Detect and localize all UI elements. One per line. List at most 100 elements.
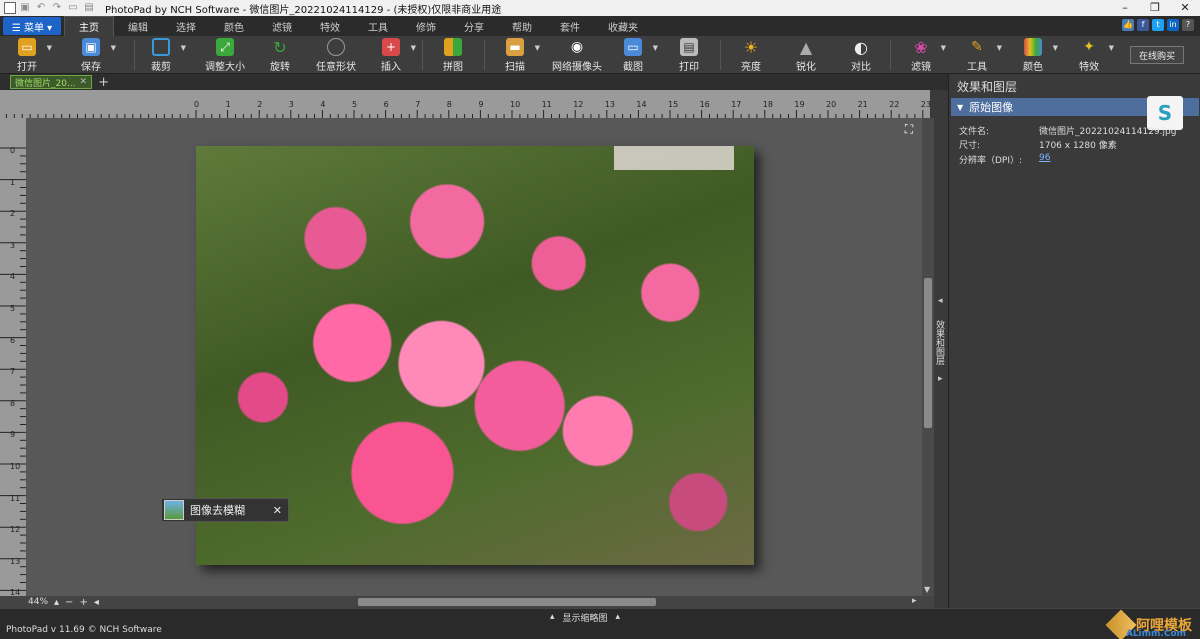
zoom-out-button[interactable]: − bbox=[65, 597, 73, 608]
tab-effects[interactable]: 特效 bbox=[306, 16, 354, 36]
help-icon[interactable]: ? bbox=[1182, 19, 1194, 31]
clipboard-icon[interactable]: ▤ bbox=[83, 2, 95, 14]
buy-online-button[interactable]: 在线购买 bbox=[1130, 46, 1184, 64]
ruler-label: 2 bbox=[10, 209, 16, 219]
open-button[interactable]: ▭ 打开 ▼ bbox=[0, 38, 54, 73]
screenshot-button[interactable]: ▭ 截图 ▼ bbox=[606, 38, 660, 73]
chevron-down-icon[interactable]: ▼ bbox=[997, 44, 1002, 52]
ruler-label: 4 bbox=[10, 272, 16, 282]
chevron-down-icon[interactable]: ▼ bbox=[535, 44, 540, 52]
collapse-triangle-icon[interactable]: ▼ bbox=[957, 103, 963, 112]
document-tab[interactable]: 微信图片_20... ✕ bbox=[10, 75, 93, 89]
ruler-label: 1 bbox=[225, 100, 231, 109]
ruler-label: 5 bbox=[352, 100, 358, 109]
fullscreen-icon[interactable]: ⛶ bbox=[902, 122, 916, 136]
redo-icon[interactable]: ↷ bbox=[51, 2, 63, 14]
rotate-button[interactable]: ↻ 旋转 bbox=[253, 38, 307, 74]
ruler-label: 16 bbox=[699, 100, 710, 109]
free-shape-button[interactable]: 任意形状 bbox=[309, 38, 363, 73]
scroll-right-icon[interactable]: ▸ bbox=[912, 596, 917, 606]
menu-button[interactable]: ☰ 菜单 ▾ bbox=[3, 17, 61, 35]
chevron-down-icon[interactable]: ▼ bbox=[111, 44, 116, 52]
ruler-label: 0 bbox=[10, 146, 16, 155]
chevron-up-icon: ▴ bbox=[550, 612, 555, 622]
collapse-panel-icon[interactable]: ◂ bbox=[938, 296, 943, 306]
filters-button[interactable]: ❀ 滤镜 ▼ bbox=[894, 38, 948, 74]
ruler-label: 1 bbox=[10, 177, 16, 187]
scroll-left-icon[interactable]: ◂ bbox=[94, 597, 99, 608]
tools-button[interactable]: ✎ 工具 ▼ bbox=[950, 38, 1004, 73]
panel-title: 效果和图层 bbox=[957, 80, 1018, 94]
effects-layers-side-tab[interactable]: 效果和图层 bbox=[934, 320, 946, 365]
color-button[interactable]: 颜色 ▼ bbox=[1006, 38, 1060, 73]
chevron-down-icon[interactable]: ▼ bbox=[1053, 44, 1058, 52]
tab-edit[interactable]: 编辑 bbox=[114, 16, 162, 36]
crop-button[interactable]: 裁剪 ▼ bbox=[134, 38, 188, 73]
print-button[interactable]: ▤ 打印 bbox=[662, 38, 716, 73]
add-tab-button[interactable]: + bbox=[98, 75, 109, 90]
tab-home[interactable]: 主页 bbox=[64, 16, 114, 36]
contrast-button[interactable]: ◐ 对比 bbox=[834, 38, 888, 74]
sun-icon: ☀ bbox=[743, 37, 759, 57]
chevron-down-icon[interactable]: ▼ bbox=[653, 44, 658, 52]
minimize-button[interactable]: – bbox=[1110, 0, 1140, 16]
close-button[interactable]: ✕ bbox=[1170, 0, 1200, 16]
title-bar: ▣ ↶ ↷ ▭ ▤ PhotoPad by NCH Software - 微信图… bbox=[0, 0, 1200, 16]
chevron-down-icon[interactable]: ▼ bbox=[47, 44, 52, 52]
chevron-down-icon[interactable]: ▼ bbox=[941, 44, 946, 52]
maximize-button[interactable]: ❐ bbox=[1140, 0, 1170, 16]
sharpen-button[interactable]: ▲ 锐化 bbox=[779, 38, 833, 74]
facebook-icon[interactable]: f bbox=[1137, 19, 1149, 31]
ruler-label: 7 bbox=[415, 100, 421, 109]
horizontal-scrollbar[interactable]: 44% ▴ − + ◂ ▸ bbox=[0, 596, 934, 608]
tab-suite[interactable]: 套件 bbox=[546, 16, 594, 36]
scroll-down-icon[interactable]: ▼ bbox=[924, 585, 930, 594]
resize-button[interactable]: ⤢ 调整大小 bbox=[198, 38, 252, 73]
twitter-icon[interactable]: t bbox=[1152, 19, 1164, 31]
insert-icon: + bbox=[382, 38, 400, 56]
ruler-label: 4 bbox=[320, 100, 326, 109]
webcam-button[interactable]: ◉ 网络摄像头 bbox=[550, 38, 604, 73]
thumbnail-toggle[interactable]: ▴ 显示缩略图 ▴ bbox=[550, 611, 620, 624]
dpi-link[interactable]: 96 bbox=[1039, 153, 1050, 163]
tab-tools[interactable]: 工具 bbox=[354, 16, 402, 36]
tab-share[interactable]: 分享 bbox=[450, 16, 498, 36]
ruler-label: 6 bbox=[10, 335, 16, 345]
vertical-scroll-thumb[interactable] bbox=[924, 278, 932, 428]
undo-icon[interactable]: ↶ bbox=[35, 2, 47, 14]
linkedin-icon[interactable]: in bbox=[1167, 19, 1179, 31]
save-quick-icon[interactable]: ▣ bbox=[19, 2, 31, 14]
tab-help[interactable]: 帮助 bbox=[498, 16, 546, 36]
close-tab-icon[interactable]: ✕ bbox=[80, 77, 88, 87]
insert-button[interactable]: + 插入 ▼ bbox=[364, 38, 418, 73]
tab-retouch[interactable]: 修饰 bbox=[402, 16, 450, 36]
ruler-label: 2 bbox=[257, 100, 263, 109]
ruler-label: 6 bbox=[383, 100, 389, 109]
chevron-down-icon[interactable]: ▼ bbox=[181, 44, 186, 52]
expand-panel-icon[interactable]: ▸ bbox=[938, 374, 943, 384]
document-icon[interactable]: ▭ bbox=[67, 2, 79, 14]
tab-color[interactable]: 颜色 bbox=[210, 16, 258, 36]
scan-button[interactable]: ▬ 扫描 ▼ bbox=[488, 38, 542, 73]
status-bar: PhotoPad v 11.69 © NCH Software ▴ 显示缩略图 … bbox=[0, 608, 1200, 639]
brightness-button[interactable]: ☀ 亮度 bbox=[724, 37, 778, 74]
zoom-in-button[interactable]: + bbox=[79, 597, 87, 608]
ruler-label: 8 bbox=[446, 100, 452, 109]
zoom-dropdown-icon[interactable]: ▴ bbox=[54, 597, 59, 608]
ruler-label: 9 bbox=[478, 100, 484, 109]
tab-favorites[interactable]: 收藏夹 bbox=[594, 16, 652, 36]
printer-icon: ▤ bbox=[680, 38, 698, 56]
ruler-label: 23 bbox=[920, 100, 931, 109]
effects-button[interactable]: ✦ 特效 ▼ bbox=[1062, 38, 1116, 73]
save-button[interactable]: ▣ 保存 ▼ bbox=[64, 38, 118, 73]
tab-filters[interactable]: 滤镜 bbox=[258, 16, 306, 36]
like-icon[interactable]: 👍 bbox=[1122, 19, 1134, 31]
collage-button[interactable]: 拼图 bbox=[426, 38, 480, 73]
close-tip-icon[interactable]: ✕ bbox=[273, 504, 282, 517]
horizontal-scroll-thumb[interactable] bbox=[358, 598, 656, 606]
chevron-down-icon[interactable]: ▼ bbox=[411, 44, 416, 52]
deblur-tip[interactable]: 图像去模糊 ✕ bbox=[161, 498, 289, 522]
tab-select[interactable]: 选择 bbox=[162, 16, 210, 36]
image-canvas[interactable]: ⛶ 图像去模糊 ✕ bbox=[26, 118, 922, 596]
chevron-down-icon[interactable]: ▼ bbox=[1109, 44, 1114, 52]
